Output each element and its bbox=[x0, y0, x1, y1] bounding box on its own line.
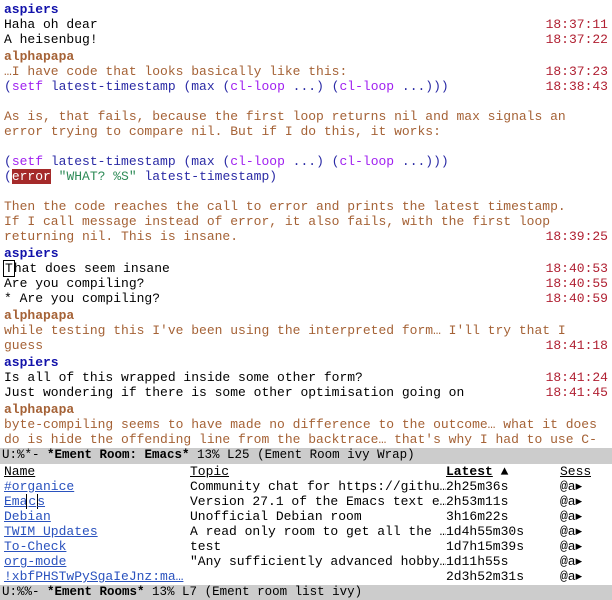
modeline-flags: U:%*- bbox=[2, 448, 47, 462]
room-topic: Community chat for https://githu… bbox=[190, 479, 446, 494]
message-line: byte-compiling seems to have made no dif… bbox=[4, 417, 612, 448]
room-session: @a▸ bbox=[560, 494, 582, 509]
room-name-link[interactable]: #organice bbox=[4, 479, 74, 494]
room-topic: test bbox=[190, 539, 446, 554]
modeline-rooms: U:%%- *Ement Rooms* 13% L7 (Ement room l… bbox=[0, 585, 612, 600]
message-line: (setf latest-timestamp (max (cl-loop ...… bbox=[4, 154, 612, 169]
message-line: As is, that fails, because the first loo… bbox=[4, 109, 612, 139]
timestamp: 18:40:53 bbox=[546, 261, 608, 276]
timestamp: 18:41:24 bbox=[546, 370, 608, 385]
room-name-link[interactable]: To-Check bbox=[4, 539, 66, 554]
modeline-chat: U:%*- *Ement Room: Emacs* 13% L25 (Ement… bbox=[0, 448, 612, 464]
message-line: Haha oh dear18:37:11 bbox=[4, 17, 612, 32]
message-block: aspiersIs all of this wrapped inside som… bbox=[4, 355, 612, 400]
modeline-modes: (Ement room list ivy) bbox=[205, 585, 363, 599]
room-topic: Version 27.1 of the Emacs text e… bbox=[190, 494, 446, 509]
nick: alphapapa bbox=[4, 402, 612, 417]
timestamp: 18:37:22 bbox=[546, 32, 608, 47]
timestamp: 18:41:18 bbox=[546, 338, 608, 353]
room-list-header: Name Topic Latest ▲ Sess bbox=[4, 464, 608, 479]
timestamp: 18:37:23 bbox=[546, 64, 608, 79]
room-name-link[interactable]: org-mode bbox=[4, 554, 66, 569]
message-line: Are you compiling?18:40:55 bbox=[4, 276, 612, 291]
chat-log[interactable]: aspiersHaha oh dear18:37:11A heisenbug!1… bbox=[0, 0, 612, 448]
timestamp: 18:38:43 bbox=[546, 79, 608, 94]
room-row[interactable]: !xbfPHSTwPySgaIeJnz:ma… 2d3h52m31s@a▸ bbox=[4, 569, 608, 584]
modeline-buffer-name: *Ement Rooms* bbox=[47, 585, 145, 599]
message-block: aspiersThat does seem insane18:40:53Are … bbox=[4, 246, 612, 306]
modeline-modes: (Ement Room ivy Wrap) bbox=[257, 448, 415, 462]
message-block: alphapapabyte-compiling seems to have ma… bbox=[4, 402, 612, 448]
message-block: alphapapa…I have code that looks basical… bbox=[4, 49, 612, 244]
room-latest: 2h53m11s bbox=[446, 494, 560, 509]
message-line: (setf latest-timestamp (max (cl-loop ...… bbox=[4, 79, 612, 94]
room-row[interactable]: To-Check test1d7h15m39s@a▸ bbox=[4, 539, 608, 554]
timestamp: 18:42:21 bbox=[546, 447, 608, 448]
message-line: A heisenbug!18:37:22 bbox=[4, 32, 612, 47]
modeline-position: 13% L25 bbox=[190, 448, 258, 462]
message-block: alphapapawhile testing this I've been us… bbox=[4, 308, 612, 353]
timestamp: 18:40:59 bbox=[546, 291, 608, 306]
room-session: @a▸ bbox=[560, 584, 582, 585]
room-latest: 2d3h52m31s bbox=[446, 569, 560, 584]
modeline-buffer-name: *Ement Room: Emacs* bbox=[47, 448, 190, 462]
room-row[interactable]: #organice Community chat for https://gith… bbox=[4, 479, 608, 494]
message-line: Is all of this wrapped inside some other… bbox=[4, 370, 612, 385]
room-topic: "Any sufficiently advanced hobby… bbox=[190, 554, 446, 569]
room-session: @a▸ bbox=[560, 539, 582, 554]
message-line bbox=[4, 139, 612, 154]
room-row[interactable]: Debian Unofficial Debian room3h16m22s@a▸ bbox=[4, 509, 608, 524]
room-name-link[interactable]: Debian bbox=[4, 509, 51, 524]
sort-arrow-icon: ▲ bbox=[501, 464, 509, 479]
message-line: That does seem insane18:40:53 bbox=[4, 261, 612, 276]
room-row[interactable]: TWIM Updates A read only room to get all … bbox=[4, 524, 608, 539]
room-latest: 1d4h55m30s bbox=[446, 524, 560, 539]
room-list[interactable]: Name Topic Latest ▲ Sess #organice Commun… bbox=[0, 464, 612, 585]
timestamp: 18:37:11 bbox=[546, 17, 608, 32]
room-name-link[interactable]: Emacs bbox=[4, 494, 45, 509]
room-topic bbox=[190, 569, 446, 584]
col-topic[interactable]: Topic bbox=[190, 464, 229, 479]
modeline-flags: U:%%- bbox=[2, 585, 47, 599]
room-session: @a▸ bbox=[560, 569, 582, 584]
message-line: …I have code that looks basically like t… bbox=[4, 64, 612, 79]
room-name-link[interactable]: !xbfPHSTwPySgaIeJnz:ma… bbox=[4, 569, 183, 584]
nick: aspiers bbox=[4, 246, 612, 261]
message-line bbox=[4, 184, 612, 199]
timestamp: 18:40:55 bbox=[546, 276, 608, 291]
room-row[interactable]: org-mode "Any sufficiently advanced hobby… bbox=[4, 554, 608, 569]
col-name[interactable]: Name bbox=[4, 464, 35, 479]
room-topic: Unofficial Debian room bbox=[190, 509, 446, 524]
timestamp: 18:39:25 bbox=[546, 229, 608, 244]
room-latest: 1d7h15m39s bbox=[446, 539, 560, 554]
room-latest: 1d11h55s bbox=[446, 554, 560, 569]
col-session[interactable]: Sess bbox=[560, 464, 591, 479]
nick: aspiers bbox=[4, 2, 612, 17]
room-latest: 3h16m22s bbox=[446, 509, 560, 524]
modeline-position: 13% L7 bbox=[145, 585, 205, 599]
room-latest: 2d18h33m32s bbox=[446, 584, 560, 585]
message-line: Then the code reaches the call to error … bbox=[4, 199, 612, 214]
message-block: aspiersHaha oh dear18:37:11A heisenbug!1… bbox=[4, 2, 612, 47]
room-session: @a▸ bbox=[560, 479, 582, 494]
message-line: Just wondering if there is some other op… bbox=[4, 385, 612, 400]
room-topic: A read only room to get all the … bbox=[190, 524, 446, 539]
col-latest[interactable]: Latest bbox=[446, 464, 493, 479]
room-session: @a▸ bbox=[560, 554, 582, 569]
room-row[interactable]: Emacs Version 27.1 of the Emacs text e…2h… bbox=[4, 494, 608, 509]
room-latest: 2h25m36s bbox=[446, 479, 560, 494]
message-line: (error "WHAT? %S" latest-timestamp) bbox=[4, 169, 612, 184]
message-line: * Are you compiling?18:40:59 bbox=[4, 291, 612, 306]
nick: aspiers bbox=[4, 355, 612, 370]
nick: alphapapa bbox=[4, 308, 612, 323]
room-session: @a▸ bbox=[560, 524, 582, 539]
timestamp: 18:41:45 bbox=[546, 385, 608, 400]
message-line bbox=[4, 94, 612, 109]
nick: alphapapa bbox=[4, 49, 612, 64]
message-line: If I call message instead of error, it a… bbox=[4, 214, 612, 244]
message-line: while testing this I've been using the i… bbox=[4, 323, 612, 353]
room-session: @a▸ bbox=[560, 509, 582, 524]
room-name-link[interactable]: TWIM Updates bbox=[4, 524, 98, 539]
